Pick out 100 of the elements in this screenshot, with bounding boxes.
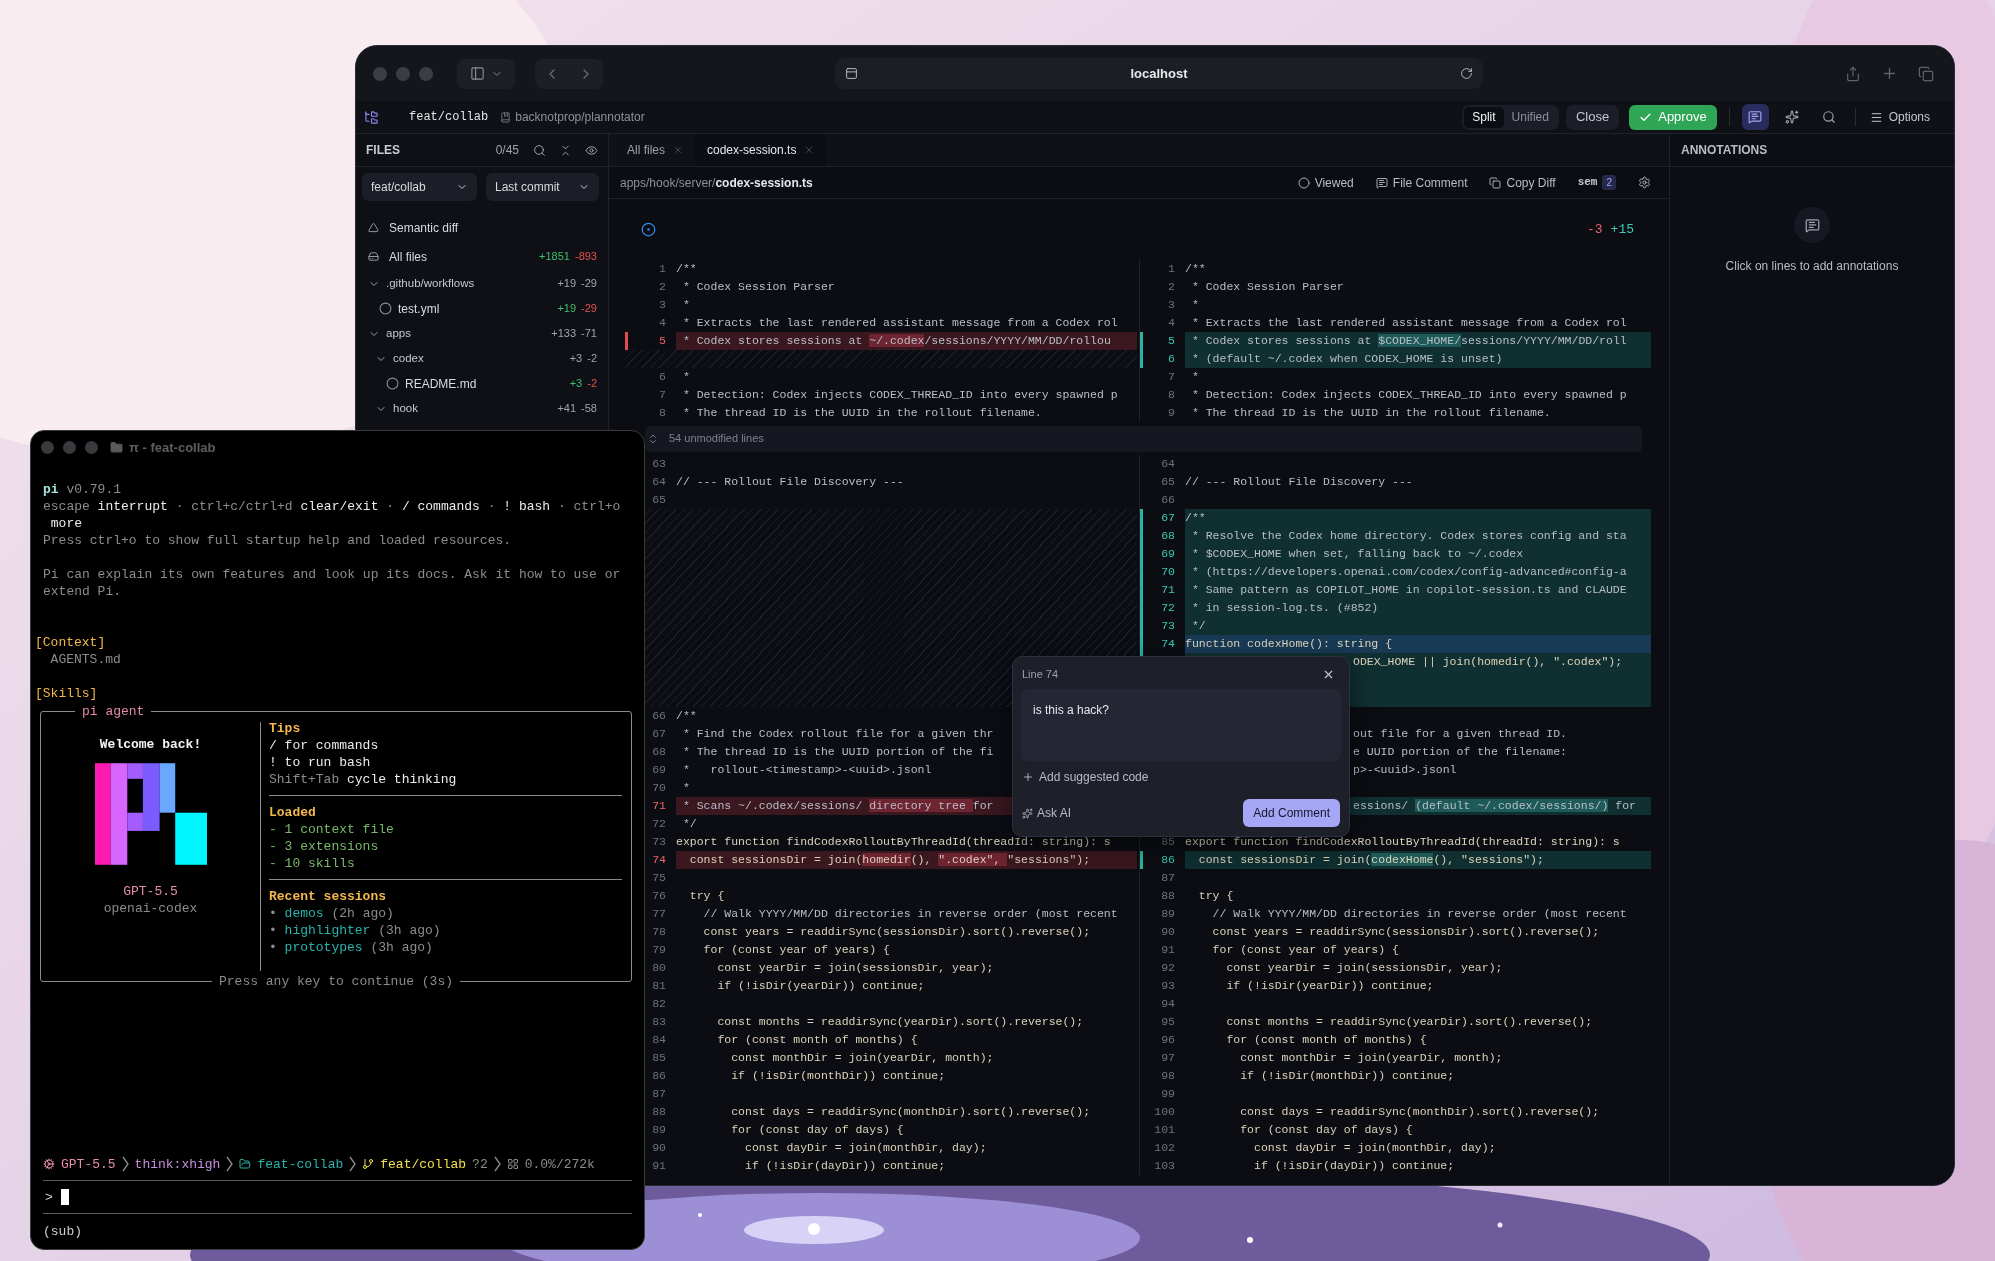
line-number: 6 <box>658 369 666 385</box>
grid-icon <box>506 1158 519 1170</box>
settings-icon[interactable] <box>1638 176 1651 189</box>
code-line: /** <box>676 261 697 277</box>
folder-name[interactable]: hook <box>393 399 418 418</box>
window-control-button[interactable] <box>85 440 98 454</box>
terminal-line: pi v0.79.1 <box>43 481 123 498</box>
code-line: */ <box>1190 618 1206 634</box>
code-line: * in session-log.ts. (#852) <box>1190 600 1379 616</box>
code-line: try { <box>688 888 725 904</box>
view-mode-tab[interactable]: Split <box>1464 106 1504 128</box>
folder-name[interactable]: apps <box>386 324 411 343</box>
collapse-icon[interactable] <box>559 143 572 157</box>
tree-icon[interactable] <box>364 109 379 125</box>
copy-diff-button[interactable]: Copy Diff <box>1489 173 1556 192</box>
view-item[interactable]: All files <box>389 247 427 266</box>
viewed-checkbox[interactable] <box>386 377 399 390</box>
window-control-button[interactable] <box>41 440 54 454</box>
close-button[interactable]: Close <box>1565 104 1620 130</box>
semantic-label[interactable]: sem <box>1577 174 1598 191</box>
line-number: 68 <box>651 744 666 760</box>
code-line: for (const year of years) { <box>702 942 890 958</box>
file-name[interactable]: test.yml <box>398 299 440 318</box>
view-mode-tab[interactable]: Unified <box>1503 106 1557 128</box>
share-icon[interactable] <box>1845 65 1861 82</box>
code-line: * Extracts the last rendered assistant message from a Codex rol <box>681 315 1118 331</box>
folder-name[interactable]: codex <box>393 349 424 368</box>
range-select[interactable]: Last commit <box>486 173 599 201</box>
code-line: if (!isDir(monthDir)) continue; <box>1239 1068 1455 1084</box>
code-line: // Walk YYYY/MM/DD directories in reverse order (most recent <box>1211 906 1627 922</box>
code-line: const yearDir = join(sessionsDir, year); <box>716 960 994 976</box>
added-count: +133 <box>551 326 577 342</box>
tabs-icon[interactable] <box>1918 65 1934 82</box>
line-number: 100 <box>1153 1104 1175 1120</box>
code-line: const days = readdirSync(monthDir).sort().reverse(); <box>1239 1104 1600 1120</box>
file-tab[interactable]: codex-session.ts <box>695 134 827 166</box>
add-suggested-code-button[interactable]: Add suggested code <box>1022 767 1149 786</box>
code-line: * Resolve the Codex home directory. Codex stores config and sta <box>1190 528 1627 544</box>
line-number: 3 <box>1167 297 1175 313</box>
code-line: ODEX_HOME || join(homedir(), ".codex"); <box>1353 654 1623 670</box>
line-number: 3 <box>658 297 666 313</box>
view-item[interactable]: Semantic diff <box>389 218 459 237</box>
branch-select[interactable]: feat/collab <box>362 173 477 201</box>
code-line: * (https://developers.openai.com/codex/config-advanced#config-a <box>1190 564 1627 580</box>
line-number: 63 <box>651 456 666 472</box>
file-tab[interactable]: All files <box>615 134 695 166</box>
text-cursor <box>60 1189 69 1205</box>
code-line: for (const day of days) { <box>1239 1122 1413 1138</box>
search-icon[interactable] <box>533 143 546 157</box>
section-heading: [Skills] <box>35 685 99 702</box>
code-line: for (const year of years) { <box>1211 942 1399 958</box>
line-number: 79 <box>651 942 666 958</box>
eye-icon[interactable] <box>585 143 598 157</box>
line-number: 74 <box>1160 636 1175 652</box>
chevron-icon <box>226 1156 234 1172</box>
line-number: 85 <box>651 1050 666 1066</box>
viewed-button[interactable]: Viewed <box>1297 173 1354 192</box>
code-line: const years = readdirSync(sessionsDir).sort().reverse(); <box>702 924 1091 940</box>
options-button[interactable]: Options <box>1869 108 1930 126</box>
comment-icon[interactable] <box>1741 104 1769 130</box>
line-number: 71 <box>1160 582 1175 598</box>
target-icon[interactable] <box>641 222 656 237</box>
code-line: const sessionsDir = join(homedir(), ".codex", "sessions"); <box>688 852 1091 868</box>
line-number: 8 <box>1167 387 1175 403</box>
sparkle-icon <box>1022 807 1033 819</box>
added-count: +3 <box>569 351 583 367</box>
code-line: * <box>1190 369 1199 385</box>
file-name[interactable]: README.md <box>405 374 477 393</box>
gear-icon <box>43 1158 55 1170</box>
line-number: 9 <box>1167 405 1175 421</box>
folder-name[interactable]: .github/workflows <box>386 274 475 293</box>
removed-count: -58 <box>581 401 597 417</box>
added-count: +19 <box>557 276 577 292</box>
line-number: 68 <box>1160 528 1175 544</box>
terminal-line: - 10 skills <box>269 855 356 872</box>
file-comment-button[interactable]: File Comment <box>1375 173 1468 192</box>
line-number: 64 <box>651 474 666 490</box>
reload-icon[interactable] <box>1460 67 1473 80</box>
sidebar-toggle-button[interactable] <box>457 58 515 89</box>
status-item: feat/collab <box>380 1155 467 1173</box>
terminal-line: - 1 context file <box>269 821 395 838</box>
code-line: function codexHome(): string { <box>1185 636 1393 652</box>
code-line: export function findCodexRolloutByThreadId(threadId: string): s <box>676 834 1111 850</box>
comment-field[interactable]: is this a hack? <box>1021 688 1341 761</box>
ask-ai-button[interactable]: Ask AI <box>1022 804 1071 822</box>
line-number: 77 <box>651 906 666 922</box>
viewed-checkbox[interactable] <box>379 302 392 315</box>
line-number: 66 <box>651 708 666 724</box>
add-comment-button[interactable]: Add Comment <box>1243 799 1340 827</box>
collapsed-lines-bar[interactable]: 54 unmodified lines <box>645 425 1642 452</box>
code-line: /** <box>1185 510 1206 526</box>
line-number: 66 <box>1160 492 1175 508</box>
address-bar[interactable]: localhost <box>835 58 1483 89</box>
code-line: * <box>681 297 690 313</box>
line-number: 86 <box>651 1068 666 1084</box>
added-count: +15 <box>1610 220 1634 239</box>
prompt-symbol: > <box>45 1188 53 1206</box>
window-control-button[interactable] <box>63 440 76 454</box>
new-tab-icon[interactable] <box>1881 65 1898 82</box>
line-number: 89 <box>651 1122 666 1138</box>
